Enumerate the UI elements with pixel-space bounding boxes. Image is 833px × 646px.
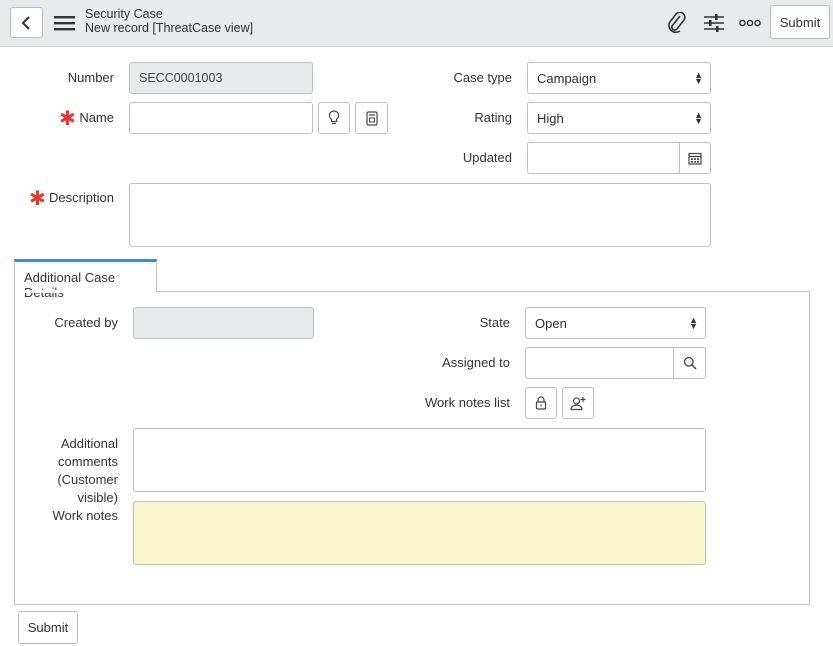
more-icon[interactable] xyxy=(738,14,762,32)
work-notes-list-label: Work notes list xyxy=(424,395,510,410)
search-icon xyxy=(683,356,696,370)
updated-label: Updated xyxy=(462,150,512,165)
state-label: State xyxy=(479,315,510,330)
additional-comments-label-line3: (Customer visible) xyxy=(57,472,118,505)
tab-additional-case-details[interactable]: Additional Case Details xyxy=(14,259,157,300)
back-button[interactable] xyxy=(10,7,43,38)
case-type-select[interactable]: Campaign ▲ ▼ xyxy=(527,62,711,94)
assigned-to-input[interactable] xyxy=(525,347,675,379)
created-by-label: Created by xyxy=(54,315,118,330)
updated-input[interactable] xyxy=(527,142,681,174)
rating-value: High xyxy=(537,110,564,126)
back-icon xyxy=(21,15,30,30)
assigned-to-label: Assigned to xyxy=(442,355,510,370)
lightbulb-icon xyxy=(328,110,340,125)
menu-icon[interactable] xyxy=(53,13,75,33)
additional-comments-label-line2: comments xyxy=(58,454,118,469)
state-select[interactable]: Open ▲ ▼ xyxy=(525,307,706,339)
rating-select[interactable]: High ▲ ▼ xyxy=(527,102,711,134)
calendar-icon xyxy=(688,152,702,165)
additional-comments-textarea[interactable] xyxy=(133,428,706,492)
name-label: Name xyxy=(79,110,114,125)
paperclip-icon[interactable] xyxy=(665,11,689,35)
add-me-button[interactable] xyxy=(562,387,594,419)
description-label: Description xyxy=(48,190,114,205)
additional-comments-label-line1: Additional xyxy=(60,436,118,451)
template-icon xyxy=(365,110,378,126)
form-title-block: Security Case New record [ThreatCase vie… xyxy=(85,7,253,35)
work-notes-textarea[interactable] xyxy=(133,501,706,565)
sliders-icon[interactable] xyxy=(701,11,727,35)
date-picker-button[interactable] xyxy=(679,142,711,174)
name-input[interactable] xyxy=(129,102,313,134)
select-arrows-icon: ▲ ▼ xyxy=(694,70,703,86)
rating-label: Rating xyxy=(474,110,512,125)
case-type-value: Campaign xyxy=(537,70,597,86)
tab-cover xyxy=(15,290,156,293)
assigned-to-lookup-button[interactable] xyxy=(673,347,706,379)
form-subtitle: New record [ThreatCase view] xyxy=(85,21,254,35)
footer-submit-button[interactable]: Submit xyxy=(18,611,78,644)
contextual-search-button[interactable] xyxy=(318,102,350,134)
add-user-icon xyxy=(570,396,586,410)
lock-button[interactable] xyxy=(525,387,557,419)
form-title: Security Case xyxy=(85,7,163,21)
state-value: Open xyxy=(535,315,567,331)
number-label: Number xyxy=(67,70,114,85)
work-notes-label: Work notes xyxy=(52,508,118,523)
description-textarea[interactable] xyxy=(129,183,711,247)
header-submit-button[interactable]: Submit xyxy=(770,5,830,39)
number-field[interactable]: SECC0001003 xyxy=(129,62,313,94)
created-by-field[interactable] xyxy=(133,307,314,339)
template-button[interactable] xyxy=(355,102,388,134)
select-arrows-icon: ▲ ▼ xyxy=(689,315,698,331)
select-arrows-icon: ▲ ▼ xyxy=(694,110,703,126)
form-header: Security Case New record [ThreatCase vie… xyxy=(0,0,833,47)
additional-comments-label: Additional comments (Customer visible) xyxy=(18,435,118,507)
case-type-label: Case type xyxy=(453,70,512,85)
lock-icon xyxy=(535,396,547,410)
